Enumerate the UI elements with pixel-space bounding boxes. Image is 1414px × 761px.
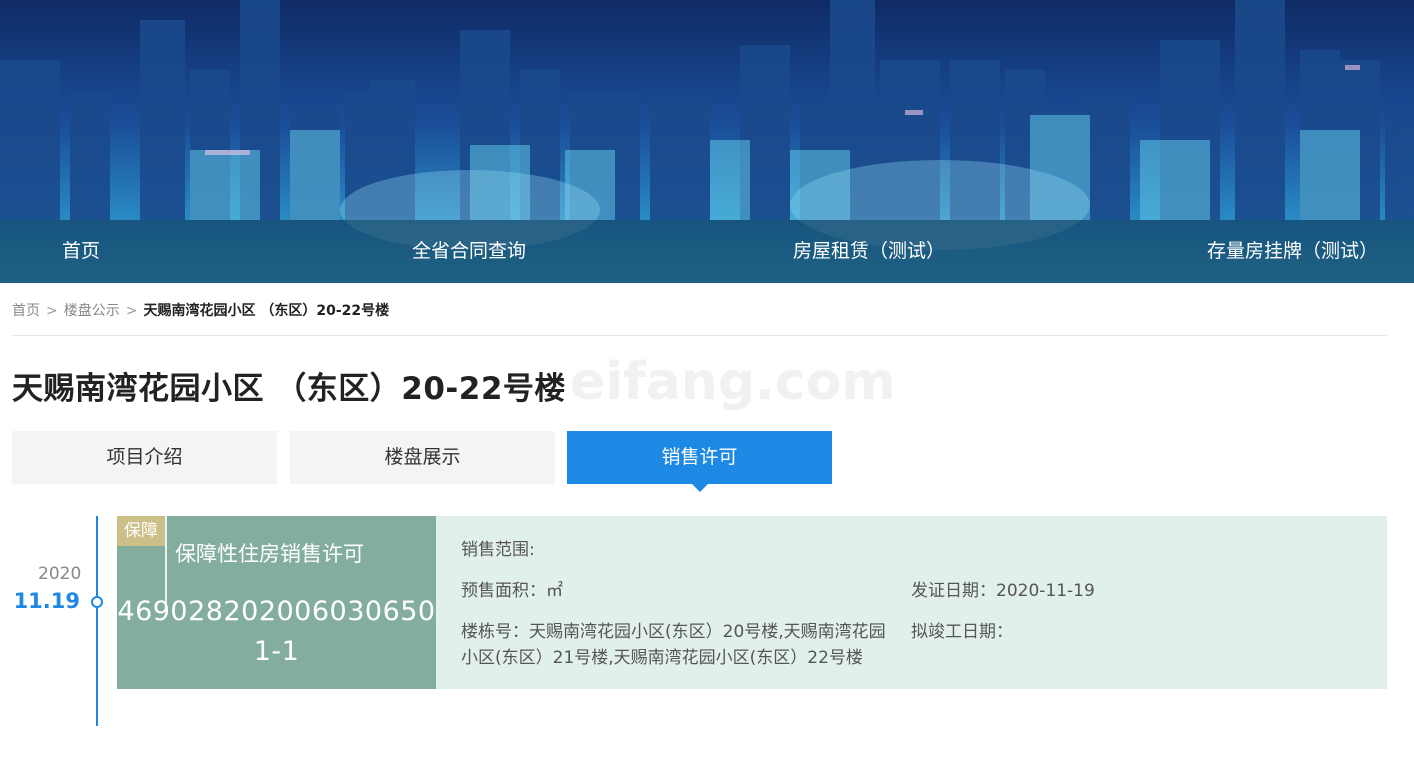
timeline-date: 11.19 [13,589,80,613]
tab-sales-permit[interactable]: 销售许可 [567,431,832,484]
breadcrumb-divider [12,335,1387,336]
active-tab-indicator [692,484,708,492]
nav-home[interactable]: 首页 [62,220,100,283]
timeline-dot [91,596,103,608]
permit-number: 469028202006030650​1-1 [117,596,436,667]
presale-area: 预售面积：㎡ [461,581,563,601]
breadcrumb-separator: > [46,303,58,319]
watermark: eifang.com [570,352,896,412]
nav-house-rental[interactable]: 房屋租赁（测试） [793,220,945,283]
timeline-line [96,516,98,726]
page-title: 天赐南湾花园小区 （东区）20-22号楼 [12,371,566,407]
timeline-year: 2020 [38,564,82,584]
breadcrumb-projects[interactable]: 楼盘公示 [64,303,120,319]
sales-scope: 销售范围: [461,540,535,560]
breadcrumb-home[interactable]: 首页 [12,303,40,319]
nav-stock-listing[interactable]: 存量房挂牌（测试） [1207,220,1378,283]
breadcrumb: 首页 > 楼盘公示 > 天赐南湾花园小区 （东区）20-22号楼 [12,300,389,320]
tab-building-display[interactable]: 楼盘展示 [290,431,555,484]
breadcrumb-separator: > [125,303,138,319]
permit-card-summary: 保障 保障性住房销售许可 469028202006030650​1-1 [117,516,436,689]
permit-badge: 保障 [117,516,165,546]
building-numbers: 楼栋号：天赐南湾花园小区(东区）20号楼,天赐南湾花园小区(东区）21号楼,天赐… [461,622,886,668]
completion-date: 拟竣工日期： [911,622,1013,642]
tab-project-intro[interactable]: 项目介绍 [12,431,277,484]
header-banner: 首页 全省合同查询 房屋租赁（测试） 存量房挂牌（测试） [0,0,1414,283]
breadcrumb-current: 天赐南湾花园小区 （东区）20-22号楼 [143,303,390,319]
permit-type: 保障性住房销售许可 [175,542,364,566]
main-nav: 首页 全省合同查询 房屋租赁（测试） 存量房挂牌（测试） [0,220,1414,283]
permit-card-details: 销售范围: 预售面积：㎡ 发证日期：2020-11-19 楼栋号：天赐南湾花园小… [436,516,1387,689]
issue-date: 发证日期：2020-11-19 [911,581,1095,601]
nav-contract-query[interactable]: 全省合同查询 [412,220,526,283]
